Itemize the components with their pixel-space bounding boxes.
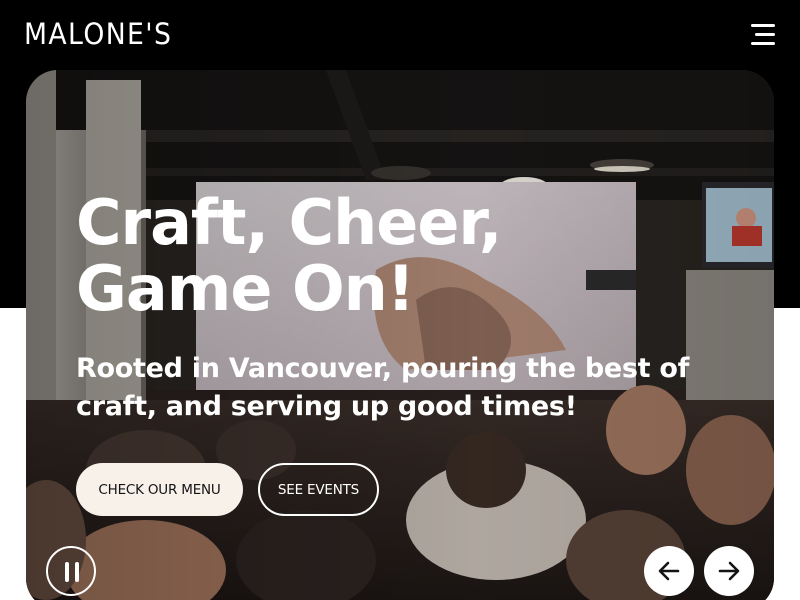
hero-overlay <box>26 70 774 600</box>
pause-icon[interactable] <box>46 546 96 596</box>
hero-banner: Craft, Cheer, Game On! Rooted in Vancouv… <box>26 70 774 600</box>
brand-logo[interactable]: MALONE'S <box>24 16 172 52</box>
hamburger-menu-icon[interactable] <box>746 20 780 50</box>
site-header: MALONE'S <box>0 0 800 70</box>
hero-subheadline: Rooted in Vancouver, pouring the best of… <box>76 353 690 422</box>
check-our-menu-button[interactable]: CHECK OUR MENU <box>76 463 243 516</box>
arrow-right-icon[interactable] <box>704 546 754 596</box>
hero-headline: Craft, Cheer, Game On! <box>76 186 502 325</box>
see-events-button[interactable]: SEE EVENTS <box>258 463 379 516</box>
arrow-left-icon[interactable] <box>644 546 694 596</box>
